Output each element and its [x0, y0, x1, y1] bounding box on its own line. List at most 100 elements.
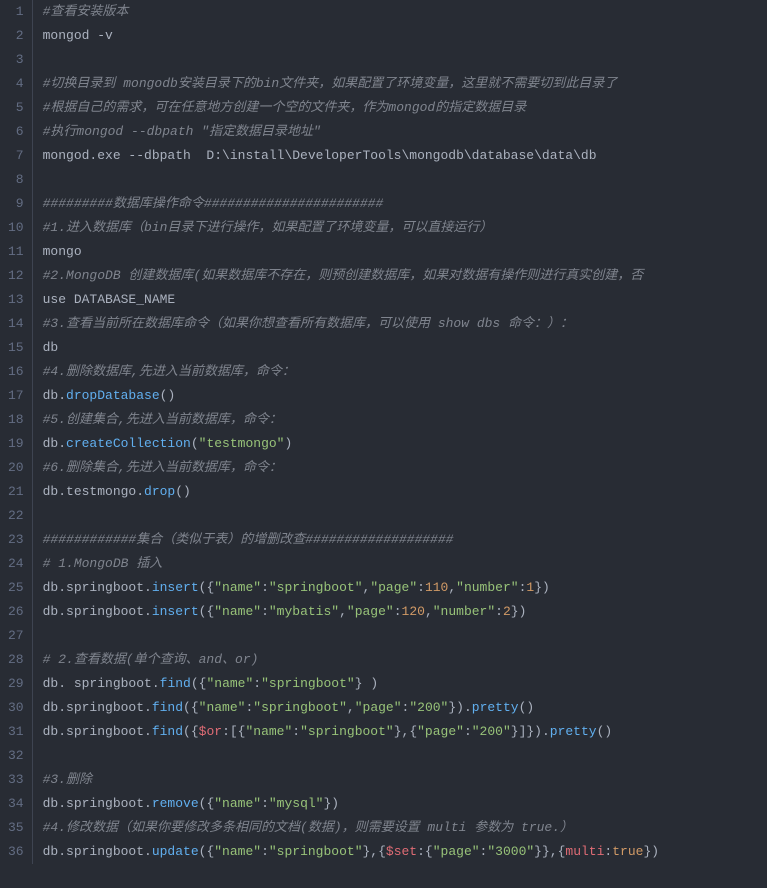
line-number: 15	[8, 336, 24, 360]
token-plain: },{	[394, 724, 417, 739]
code-line: #3.查看当前所在数据库命令（如果你想查看所有数据库，可以使用 show dbs…	[43, 312, 767, 336]
token-prop: multi	[565, 844, 604, 859]
code-line: db.dropDatabase()	[43, 384, 767, 408]
code-line: #2.MongoDB 创建数据库(如果数据库不存在，则预创建数据库，如果对数据有…	[43, 264, 767, 288]
token-plain: ({	[183, 724, 199, 739]
line-number: 24	[8, 552, 24, 576]
code-line: mongod -v	[43, 24, 767, 48]
token-string: "name"	[206, 676, 253, 691]
token-number: 2	[503, 604, 511, 619]
code-line: db.testmongo.drop()	[43, 480, 767, 504]
line-number: 22	[8, 504, 24, 528]
token-string: "page"	[370, 580, 417, 595]
code-line	[43, 744, 767, 768]
line-number: 17	[8, 384, 24, 408]
token-string: "name"	[214, 580, 261, 595]
token-string: "springboot"	[253, 700, 347, 715]
token-string: "mysql"	[269, 796, 324, 811]
line-number: 30	[8, 696, 24, 720]
token-func: pretty	[550, 724, 597, 739]
code-line: #4.修改数据（如果你要修改多条相同的文档(数据)，则需要设置 multi 参数…	[43, 816, 767, 840]
token-plain: db.springboot.	[43, 796, 152, 811]
token-func: drop	[144, 484, 175, 499]
code-line: #切换目录到 mongodb安装目录下的bin文件夹，如果配置了环境变量，这里就…	[43, 72, 767, 96]
token-plain: ,	[425, 604, 433, 619]
code-line: db.springboot.find({$or:[{"name":"spring…	[43, 720, 767, 744]
line-number: 8	[8, 168, 24, 192]
token-plain: )	[284, 436, 292, 451]
token-string: "200"	[409, 700, 448, 715]
line-number: 21	[8, 480, 24, 504]
code-line: mongod.exe --dbpath D:\install\Developer…	[43, 144, 767, 168]
token-plain: mongo	[43, 244, 82, 259]
code-line: db.springboot.insert({"name":"springboot…	[43, 576, 767, 600]
code-line: #6.删除集合,先进入当前数据库，命令：	[43, 456, 767, 480]
token-string: "name"	[199, 700, 246, 715]
token-string: "mybatis"	[269, 604, 339, 619]
line-number: 19	[8, 432, 24, 456]
token-func: find	[160, 676, 191, 691]
token-comment: #########数据库操作命令#######################	[43, 196, 384, 211]
token-func: update	[152, 844, 199, 859]
token-string: "name"	[245, 724, 292, 739]
token-string: "page"	[355, 700, 402, 715]
token-func: find	[152, 700, 183, 715]
code-line: #4.删除数据库,先进入当前数据库，命令：	[43, 360, 767, 384]
token-plain: db.springboot.	[43, 724, 152, 739]
token-plain: use DATABASE_NAME	[43, 292, 176, 307]
code-line: db.springboot.update({"name":"springboot…	[43, 840, 767, 864]
token-plain: :	[292, 724, 300, 739]
token-plain: ()	[160, 388, 176, 403]
token-plain: }).	[448, 700, 471, 715]
line-number: 18	[8, 408, 24, 432]
token-plain: db.springboot.	[43, 580, 152, 595]
token-string: "springboot"	[300, 724, 394, 739]
token-string: "page"	[347, 604, 394, 619]
token-plain: :	[495, 604, 503, 619]
token-plain: (	[191, 436, 199, 451]
token-comment: #4.修改数据（如果你要修改多条相同的文档(数据)，则需要设置 multi 参数…	[43, 820, 573, 835]
code-line	[43, 624, 767, 648]
token-string: "springboot"	[261, 676, 355, 691]
token-plain: ({	[199, 580, 215, 595]
code-line: #5.创建集合,先进入当前数据库，命令：	[43, 408, 767, 432]
token-plain: ({	[191, 676, 207, 691]
token-func: remove	[152, 796, 199, 811]
token-plain: db.testmongo.	[43, 484, 144, 499]
code-line: #########数据库操作命令#######################	[43, 192, 767, 216]
token-plain: },{	[363, 844, 386, 859]
token-plain: ({	[199, 844, 215, 859]
code-line: #根据自己的需求，可在任意地方创建一个空的文件夹，作为mongod的指定数据目录	[43, 96, 767, 120]
line-number: 29	[8, 672, 24, 696]
token-string: "page"	[433, 844, 480, 859]
code-line: db.createCollection("testmongo")	[43, 432, 767, 456]
token-comment: #查看安装版本	[43, 4, 129, 19]
token-string: "page"	[417, 724, 464, 739]
token-plain: db.	[43, 388, 66, 403]
token-plain: ()	[597, 724, 613, 739]
token-plain: :	[261, 604, 269, 619]
token-plain: db.springboot.	[43, 604, 152, 619]
token-string: "3000"	[487, 844, 534, 859]
token-comment: #2.MongoDB 创建数据库(如果数据库不存在，则预创建数据库，如果对数据有…	[43, 268, 644, 283]
token-comment: #切换目录到 mongodb安装目录下的bin文件夹，如果配置了环境变量，这里就…	[43, 76, 618, 91]
line-number: 1	[8, 0, 24, 24]
code-line: #执行mongod --dbpath "指定数据目录地址"	[43, 120, 767, 144]
token-plain: db	[43, 340, 59, 355]
token-comment: #3.查看当前所在数据库命令（如果你想查看所有数据库，可以使用 show dbs…	[43, 316, 573, 331]
token-prop: $set	[386, 844, 417, 859]
token-plain: ()	[519, 700, 535, 715]
line-number: 27	[8, 624, 24, 648]
code-line: use DATABASE_NAME	[43, 288, 767, 312]
code-line: db.springboot.remove({"name":"mysql"})	[43, 792, 767, 816]
line-number: 13	[8, 288, 24, 312]
line-number: 7	[8, 144, 24, 168]
line-number: 9	[8, 192, 24, 216]
line-number: 36	[8, 840, 24, 864]
code-line	[43, 168, 767, 192]
token-comment: #1.进入数据库（bin目录下进行操作，如果配置了环境变量，可以直接运行）	[43, 220, 493, 235]
code-line: # 2.查看数据(单个查询、and、or)	[43, 648, 767, 672]
line-number: 28	[8, 648, 24, 672]
token-plain: }},{	[534, 844, 565, 859]
token-plain: }]}).	[511, 724, 550, 739]
